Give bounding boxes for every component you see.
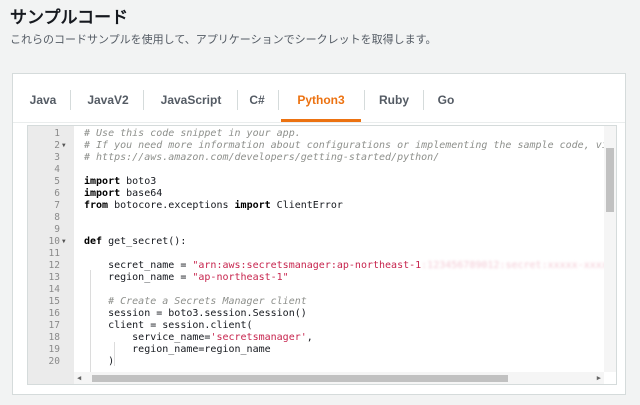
tab-java[interactable]: Java (19, 74, 67, 122)
line-number: 17 (48, 320, 60, 331)
code-token: # If you need more information about con… (84, 140, 604, 151)
code-token: region_name = (84, 272, 193, 283)
code-line: import base64 (84, 188, 162, 200)
code-line: # If you need more information about con… (84, 140, 604, 152)
line-number: 18 (48, 332, 60, 343)
line-number: 5 (54, 176, 60, 187)
fold-arrow-icon[interactable]: ▼ (62, 140, 66, 152)
line-number: 13 (48, 272, 60, 283)
line-number: 8 (54, 212, 60, 223)
vertical-scrollbar[interactable] (604, 126, 616, 372)
scroll-left-icon[interactable]: ◀ (77, 374, 81, 382)
code-area[interactable]: # Use this code snippet in your app. # If… (84, 126, 604, 384)
code-line: client = session.client( (84, 320, 253, 332)
code-token: # Create a Secrets Manager client (84, 296, 307, 307)
tab-python3[interactable]: Python3 (281, 74, 361, 122)
tab-divider (70, 90, 71, 110)
code-token: base64 (120, 188, 163, 199)
code-line: def get_secret(): (84, 236, 186, 248)
horizontal-scroll-thumb[interactable] (92, 375, 508, 382)
page-title: サンプルコード (10, 8, 129, 27)
code-token: from (84, 200, 109, 211)
code-token: ) (84, 356, 115, 367)
line-number: 14 (48, 284, 60, 295)
tab-go[interactable]: Go (427, 74, 465, 122)
code-token: client = session.client( (84, 320, 253, 331)
code-line: # Use this code snippet in your app. (84, 128, 301, 140)
code-line: ) (84, 356, 114, 368)
code-line: # https://aws.amazon.com/developers/gett… (84, 152, 439, 164)
code-line: # Create a Secrets Manager client (84, 296, 307, 308)
line-number: 3 (54, 152, 60, 163)
line-number: 15 (48, 296, 60, 307)
horizontal-scrollbar[interactable]: ◀ ▶ (74, 372, 604, 384)
code-token: get_secret(): (102, 236, 187, 247)
tab-csharp[interactable]: C# (239, 74, 275, 122)
code-token: , (306, 332, 313, 343)
line-number: 10 (48, 236, 60, 247)
fold-arrow-icon[interactable]: ▼ (62, 236, 66, 248)
code-token: # Use this code snippet in your app. (84, 128, 301, 139)
code-line: service_name='secretsmanager', (84, 332, 313, 344)
code-token: import (234, 200, 271, 211)
code-token: def (84, 236, 103, 247)
code-line: from botocore.exceptions import ClientEr… (84, 200, 343, 212)
tab-divider (237, 90, 238, 110)
line-number: 7 (54, 200, 60, 211)
code-line: secret_name = "arn:aws:secretsmanager:ap… (84, 260, 604, 272)
page-subtitle: これらのコードサンプルを使用して、アプリケーションでシークレットを取得します。 (10, 34, 437, 46)
code-token: import (84, 176, 121, 187)
code-token: secret_name = (84, 260, 193, 271)
tab-divider (364, 90, 365, 110)
code-line: import boto3 (84, 176, 156, 188)
line-number: 2 (54, 140, 60, 151)
scroll-right-icon[interactable]: ▶ (597, 374, 601, 382)
tab-divider (143, 90, 144, 110)
tab-divider (423, 90, 424, 110)
page-header: サンプルコード これらのコードサンプルを使用して、アプリケーションでシークレット… (10, 6, 630, 47)
line-number: 20 (48, 356, 60, 367)
code-token: import (84, 188, 121, 199)
line-number: 12 (48, 260, 60, 271)
line-number: 16 (48, 308, 60, 319)
code-line: session = boto3.session.Session() (84, 308, 307, 320)
tab-javascript[interactable]: JavaScript (147, 74, 235, 122)
code-token: # https://aws.amazon.com/developers/gett… (84, 152, 440, 163)
line-number-gutter: 1 2 ▼ 3 4 5 6 7 8 9 10 ▼ 11 12 13 14 15 16 17 18 19 20 (28, 126, 74, 384)
tab-javav2[interactable]: JavaV2 (75, 74, 141, 122)
line-number: 4 (54, 164, 60, 175)
tab-ruby[interactable]: Ruby (367, 74, 421, 122)
code-token: 'secretsmanager' (210, 332, 307, 343)
code-token: session = boto3.session.Session() (84, 308, 307, 319)
code-token: service_name= (84, 332, 211, 343)
line-number: 11 (48, 248, 60, 259)
code-token: boto3 (120, 176, 157, 187)
code-token: ClientError (270, 200, 343, 211)
code-line: region_name = "ap-northeast-1" (84, 272, 289, 284)
line-number: 1 (54, 128, 60, 139)
code-token: botocore.exceptions (108, 200, 235, 211)
code-token: "arn:aws:secretsmanager:ap-northeast-1 (192, 260, 422, 271)
code-token: region_name=region_name (84, 344, 271, 355)
line-number: 6 (54, 188, 60, 199)
vertical-scroll-thumb[interactable] (606, 148, 614, 212)
code-token: :123456789012:secret:xxxxx-xxxxx (421, 260, 604, 271)
tab-divider (278, 90, 279, 110)
code-token: "ap-northeast-1" (192, 272, 289, 283)
language-tabs: Java JavaV2 JavaScript C# Python3 Ruby G… (13, 74, 625, 123)
line-number: 9 (54, 224, 60, 235)
code-line: region_name=region_name (84, 344, 271, 356)
line-number: 19 (48, 344, 60, 355)
sample-code-panel: Java JavaV2 JavaScript C# Python3 Ruby G… (12, 73, 626, 395)
code-editor[interactable]: 1 2 ▼ 3 4 5 6 7 8 9 10 ▼ 11 12 13 14 15 16 17 18 19 20 # Use … (27, 125, 617, 385)
